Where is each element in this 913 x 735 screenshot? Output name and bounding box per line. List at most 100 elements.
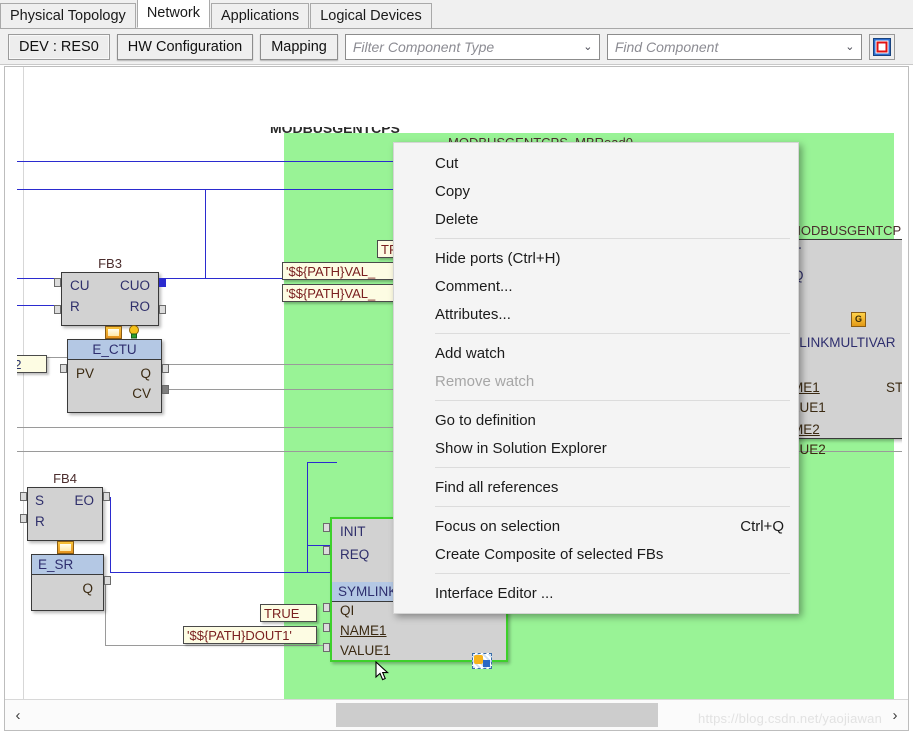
chevron-down-icon[interactable]: ⌄ [839, 40, 861, 53]
wire-data [105, 645, 330, 646]
mapping-button[interactable]: Mapping [260, 34, 338, 60]
scroll-right-arrow[interactable]: › [882, 700, 908, 730]
tab-applications[interactable]: Applications [211, 3, 309, 28]
port-cuo[interactable]: CUO [120, 278, 150, 293]
tab-network[interactable]: Network [137, 0, 210, 28]
block-mlinkmultivar[interactable]: MODBUSGENTCPS_M T Q MLINKMULTIVAR ME1 LU… [787, 239, 902, 439]
menu-item-find-all-references[interactable]: Find all references [394, 473, 798, 501]
pin-init[interactable] [323, 523, 330, 532]
block-fb4-name: FB4 [28, 471, 102, 486]
pin-cuo[interactable] [159, 278, 166, 287]
pin-ro[interactable] [159, 305, 166, 314]
pin-name1[interactable] [323, 623, 330, 632]
block-e-ctu[interactable]: E_CTU PV Q CV [67, 339, 162, 413]
menu-item-cut[interactable]: Cut [394, 149, 798, 177]
pin-pv[interactable] [60, 364, 67, 373]
menu-item-add-watch[interactable]: Add watch [394, 339, 798, 367]
scroll-left-arrow[interactable]: ‹ [5, 700, 31, 730]
menu-item-focus-on-selection[interactable]: Focus on selection Ctrl+Q [394, 512, 798, 540]
literal-path-dout1[interactable]: '$${PATH}DOUT1' [183, 626, 317, 644]
pin-qi[interactable] [323, 603, 330, 612]
port-qi[interactable]: QI [340, 603, 354, 618]
port-q[interactable]: Q [82, 581, 93, 596]
block-e-ctu-type: E_CTU [68, 340, 161, 360]
block-e-sr-type: E_SR [32, 555, 103, 575]
menu-item-interface-editor[interactable]: Interface Editor ... [394, 579, 798, 607]
menu-item-label: Interface Editor ... [435, 585, 784, 602]
menu-item-copy[interactable]: Copy [394, 177, 798, 205]
menu-item-remove-watch: Remove watch [394, 367, 798, 395]
port-q[interactable]: Q [140, 366, 151, 381]
subapp-label: MODBUSGENTCPS [270, 127, 400, 136]
menu-item-hide-ports[interactable]: Hide ports (Ctrl+H) [394, 244, 798, 272]
pin-r[interactable] [54, 305, 61, 314]
port-pv[interactable]: PV [76, 366, 94, 381]
menu-item-comment[interactable]: Comment... [394, 272, 798, 300]
port-name1[interactable]: NAME1 [340, 623, 387, 638]
pin-cv[interactable] [162, 385, 169, 394]
scrollbar-track[interactable] [31, 700, 882, 730]
fb-context-menu[interactable]: Cut Copy Delete Hide ports (Ctrl+H) Comm… [393, 142, 799, 614]
port-init[interactable]: INIT [340, 524, 366, 539]
port-s[interactable]: S [35, 493, 44, 508]
main-tab-strip: Physical Topology Network Applications L… [0, 0, 913, 29]
menu-item-go-to-definition[interactable]: Go to definition [394, 406, 798, 434]
port-eo[interactable]: EO [74, 493, 94, 508]
filter-component-type-combo[interactable]: Filter Component Type ⌄ [345, 34, 600, 60]
editor-toolbar: DEV : RES0 HW Configuration Mapping Filt… [0, 29, 913, 65]
pin-q[interactable] [104, 576, 111, 585]
menu-item-label: Delete [435, 211, 784, 228]
tab-logical-devices[interactable]: Logical Devices [310, 3, 432, 28]
wire-event [307, 462, 337, 463]
menu-item-show-in-solution-explorer[interactable]: Show in Solution Explorer [394, 434, 798, 462]
menu-item-label: Go to definition [435, 412, 784, 429]
pin-s[interactable] [20, 492, 27, 501]
wire-event [110, 572, 330, 573]
port-r[interactable]: R [70, 299, 80, 314]
block-e-sr[interactable]: E_SR Q [31, 554, 104, 611]
scrollbar-thumb[interactable] [336, 703, 658, 727]
hw-configuration-button[interactable]: HW Configuration [117, 34, 253, 60]
device-res0-button[interactable]: DEV : RES0 [8, 34, 110, 60]
pin-eo[interactable] [103, 492, 110, 501]
menu-item-label: Comment... [435, 278, 784, 295]
tab-physical-topology[interactable]: Physical Topology [0, 3, 136, 28]
port-cu[interactable]: CU [70, 278, 90, 293]
port-ro[interactable]: RO [130, 299, 150, 314]
port-req[interactable]: REQ [340, 547, 369, 562]
pin-r[interactable] [20, 514, 27, 523]
port-status[interactable]: STA [886, 380, 902, 395]
subapp-label-clip: MODBUSGENTCPS [270, 127, 405, 139]
stop-square-button[interactable] [869, 34, 895, 60]
menu-separator [435, 400, 790, 401]
block-fb3-head[interactable]: FB3 CU R CUO RO [61, 272, 159, 326]
wire-data [105, 580, 106, 645]
mouse-cursor [375, 661, 391, 683]
menu-separator [435, 333, 790, 334]
menu-item-label: Show in Solution Explorer [435, 440, 784, 457]
wire-event [205, 189, 206, 278]
menu-separator [435, 506, 790, 507]
literal-pv-32[interactable]: 32 [17, 355, 47, 373]
pin-q[interactable] [162, 364, 169, 373]
menu-item-label: Cut [435, 155, 784, 172]
menu-item-delete[interactable]: Delete [394, 205, 798, 233]
pin-value1[interactable] [323, 643, 330, 652]
pin-req[interactable] [323, 546, 330, 555]
composite-marker-icon [472, 653, 492, 669]
horizontal-scrollbar[interactable]: ‹ › [5, 699, 908, 730]
port-r[interactable]: R [35, 514, 45, 529]
block-mlinkmultivar-name: MODBUSGENTCPS_M [790, 223, 902, 238]
chevron-down-icon[interactable]: ⌄ [577, 40, 599, 53]
find-component-combo[interactable]: Find Component ⌄ [607, 34, 862, 60]
port-value1[interactable]: VALUE1 [340, 643, 391, 658]
wire-event [307, 462, 308, 572]
block-mlinkmultivar-type: MLINKMULTIVAR [788, 335, 896, 350]
menu-item-attributes[interactable]: Attributes... [394, 300, 798, 328]
pin-cu[interactable] [54, 278, 61, 287]
literal-true-bottom[interactable]: TRUE [260, 604, 317, 622]
port-cv[interactable]: CV [132, 386, 151, 401]
block-fb4-head[interactable]: FB4 S R EO [27, 487, 103, 541]
adapter-plug-icon [105, 326, 122, 339]
menu-item-create-composite[interactable]: Create Composite of selected FBs [394, 540, 798, 568]
